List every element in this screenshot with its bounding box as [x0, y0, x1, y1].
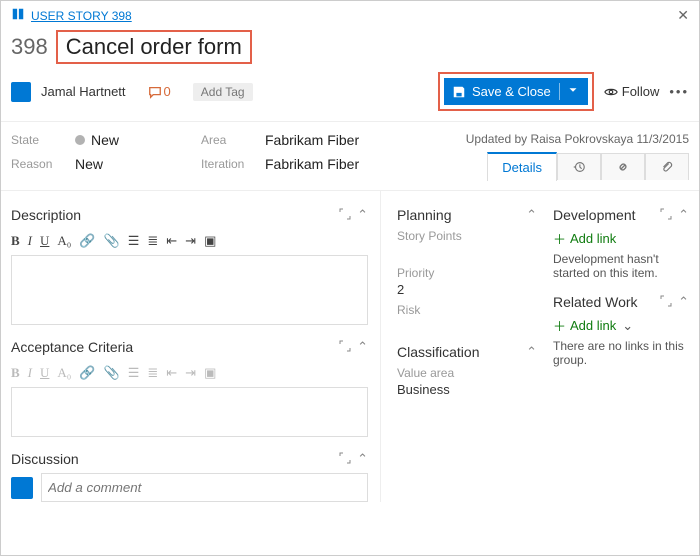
comment-count[interactable]: 0 — [148, 84, 171, 99]
bold-icon[interactable]: B — [11, 365, 20, 381]
save-dropdown[interactable] — [559, 83, 580, 100]
add-dev-link[interactable]: ＋Add link — [553, 229, 689, 248]
book-icon — [11, 7, 31, 24]
image-icon[interactable]: ▣ — [204, 365, 216, 381]
outdent-icon[interactable]: ⇤ — [166, 233, 177, 249]
expand-icon[interactable] — [339, 340, 351, 355]
risk-field[interactable] — [397, 319, 537, 334]
indent-icon[interactable]: ⇥ — [185, 365, 196, 381]
font-icon[interactable]: A₀ — [57, 365, 71, 381]
avatar — [11, 477, 33, 499]
updated-text: Updated by Raisa Pokrovskaya 11/3/2015 — [466, 132, 689, 146]
description-toolbar[interactable]: B I U A₀ 🔗 📎 ☰ ≣ ⇤ ⇥ ▣ — [11, 229, 368, 253]
tab-links[interactable] — [601, 153, 645, 180]
expand-icon[interactable] — [660, 208, 672, 223]
italic-icon[interactable]: I — [28, 233, 32, 249]
attach-icon — [660, 160, 674, 174]
image-icon[interactable]: ▣ — [204, 233, 216, 249]
font-icon[interactable]: A₀ — [57, 233, 71, 249]
acceptance-title: Acceptance Criteria — [11, 339, 133, 355]
chevron-down-icon — [566, 83, 580, 97]
area-label: Area — [201, 133, 253, 147]
reason-label: Reason — [11, 157, 63, 171]
link-icon[interactable]: 🔗 — [79, 233, 95, 249]
tab-details[interactable]: Details — [487, 152, 557, 181]
iteration-field[interactable]: Fabrikam Fiber — [265, 156, 359, 172]
eye-icon — [604, 85, 618, 99]
discussion-title: Discussion — [11, 451, 79, 467]
link-icon — [616, 160, 630, 174]
attach-icon[interactable]: 📎 — [104, 233, 120, 249]
add-tag-button[interactable]: Add Tag — [193, 83, 253, 101]
risk-label: Risk — [397, 303, 537, 317]
chevron-up-icon[interactable]: ⌃ — [357, 451, 368, 467]
development-hint: Development hasn't started on this item. — [553, 252, 689, 280]
tab-history[interactable] — [557, 153, 601, 180]
discussion-input[interactable] — [41, 473, 368, 502]
related-hint: There are no links in this group. — [553, 339, 689, 367]
chevron-up-icon[interactable]: ⌃ — [357, 207, 368, 223]
plus-icon: ＋ — [553, 316, 566, 335]
state-field[interactable]: New — [75, 132, 119, 148]
indent-icon[interactable]: ⇥ — [185, 233, 196, 249]
planning-title: Planning — [397, 207, 452, 223]
number-list-icon[interactable]: ≣ — [147, 365, 158, 381]
work-item-id: 398 — [11, 34, 48, 60]
save-icon — [452, 85, 466, 99]
chevron-up-icon[interactable]: ⌃ — [526, 344, 537, 360]
priority-label: Priority — [397, 266, 537, 280]
save-and-close-button[interactable]: Save & Close — [444, 78, 588, 105]
description-editor[interactable] — [11, 255, 368, 325]
expand-icon[interactable] — [339, 452, 351, 467]
link-icon[interactable]: 🔗 — [79, 365, 95, 381]
breadcrumb[interactable]: USER STORY 398 — [31, 9, 132, 23]
chevron-up-icon[interactable]: ⌃ — [357, 339, 368, 355]
avatar — [11, 82, 31, 102]
reason-field[interactable]: New — [75, 156, 103, 172]
bold-icon[interactable]: B — [11, 233, 20, 249]
expand-icon[interactable] — [660, 295, 672, 310]
bullet-list-icon[interactable]: ☰ — [128, 365, 140, 381]
acceptance-toolbar[interactable]: B I U A₀ 🔗 📎 ☰ ≣ ⇤ ⇥ ▣ — [11, 361, 368, 385]
area-field[interactable]: Fabrikam Fiber — [265, 132, 359, 148]
tab-attachments[interactable] — [645, 153, 689, 180]
more-actions-button[interactable]: ••• — [669, 84, 689, 99]
development-title: Development — [553, 207, 636, 223]
expand-icon[interactable] — [339, 208, 351, 223]
story-points-field[interactable] — [397, 245, 537, 260]
priority-field[interactable]: 2 — [397, 282, 537, 297]
underline-icon[interactable]: U — [40, 365, 49, 381]
chevron-up-icon[interactable]: ⌃ — [678, 207, 689, 223]
chevron-up-icon[interactable]: ⌃ — [678, 294, 689, 310]
add-related-link[interactable]: ＋Add link⌄ — [553, 316, 689, 335]
acceptance-editor[interactable] — [11, 387, 368, 437]
number-list-icon[interactable]: ≣ — [147, 233, 158, 249]
underline-icon[interactable]: U — [40, 233, 49, 249]
value-area-label: Value area — [397, 366, 537, 380]
outdent-icon[interactable]: ⇤ — [166, 365, 177, 381]
chevron-down-icon: ⌄ — [622, 318, 633, 334]
chevron-up-icon[interactable]: ⌃ — [526, 207, 537, 223]
iteration-label: Iteration — [201, 157, 253, 171]
state-label: State — [11, 133, 63, 147]
history-icon — [572, 160, 586, 174]
classification-title: Classification — [397, 344, 479, 360]
story-points-label: Story Points — [397, 229, 537, 243]
related-title: Related Work — [553, 294, 638, 310]
bullet-list-icon[interactable]: ☰ — [128, 233, 140, 249]
assignee[interactable]: Jamal Hartnett — [41, 84, 126, 99]
italic-icon[interactable]: I — [28, 365, 32, 381]
attach-icon[interactable]: 📎 — [104, 365, 120, 381]
value-area-field[interactable]: Business — [397, 382, 537, 397]
plus-icon: ＋ — [553, 229, 566, 248]
description-title: Description — [11, 207, 81, 223]
follow-button[interactable]: Follow — [604, 84, 660, 99]
title-input[interactable]: Cancel order form — [56, 30, 252, 64]
close-icon[interactable]: ✕ — [677, 7, 689, 24]
state-dot-icon — [75, 135, 85, 145]
